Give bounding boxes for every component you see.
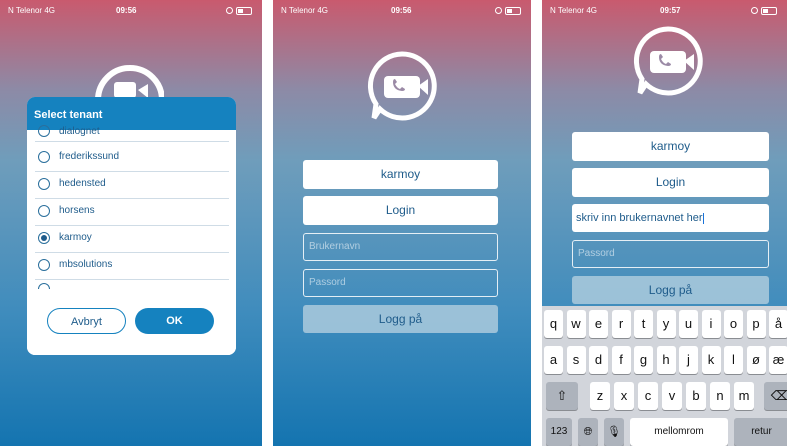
option-label: frederikssund [59, 151, 120, 162]
key-e[interactable]: e [589, 310, 608, 338]
tenant-option-mbsolutions[interactable]: mbsolutions [35, 253, 229, 280]
app-logo-icon [367, 51, 437, 121]
submit-button[interactable]: Logg på [572, 276, 769, 304]
radio-button[interactable] [38, 151, 50, 163]
keyboard: qwertyuiopå asdfghjkløæ ⇧ zxcvbnm ⌫ 123 … [542, 306, 787, 446]
shift-key-icon[interactable]: ⇧ [546, 382, 578, 410]
globe-key-icon[interactable]: 🌐︎ [578, 418, 598, 446]
key-m[interactable]: m [734, 382, 754, 410]
screen-tenant-select: N Telenor 4G 09:56 Select tenant dialogn… [0, 0, 262, 446]
submit-button[interactable]: Logg på [303, 305, 498, 333]
option-label: horsens [59, 205, 95, 216]
clock: 09:56 [116, 6, 137, 15]
radio-button[interactable] [38, 205, 50, 217]
numbers-key[interactable]: 123 [546, 418, 572, 446]
ok-button[interactable]: OK [135, 308, 214, 334]
return-key[interactable]: retur [734, 418, 787, 446]
clock: 09:57 [660, 6, 681, 15]
microphone-key-icon[interactable]: 🎙︎ [604, 418, 624, 446]
key-c[interactable]: c [638, 382, 658, 410]
key-n[interactable]: n [710, 382, 730, 410]
text-cursor [702, 212, 704, 224]
tenant-option-karmoy[interactable]: karmoy [35, 226, 229, 253]
tenant-option-frederikssund[interactable]: frederikssund [35, 145, 229, 172]
battery-icon [751, 6, 777, 15]
key-i[interactable]: i [701, 310, 721, 338]
login-button[interactable]: Login [572, 168, 769, 197]
key-q[interactable]: q [544, 310, 563, 338]
key-t[interactable]: t [634, 310, 653, 338]
option-label: karmoy [59, 232, 92, 243]
login-button[interactable]: Login [303, 196, 498, 225]
status-bar: N Telenor 4G 09:56 [0, 0, 262, 20]
key-u[interactable]: u [679, 310, 698, 338]
key-ø[interactable]: ø [746, 346, 766, 374]
key-p[interactable]: p [746, 310, 766, 338]
radio-button-selected[interactable] [38, 232, 50, 244]
key-s[interactable]: s [566, 346, 586, 374]
tenant-selector-button[interactable]: karmoy [572, 132, 769, 161]
battery-icon [226, 6, 252, 15]
key-d[interactable]: d [589, 346, 608, 374]
screen-login-keyboard: N Telenor 4G 09:57 karmoy Login skriv in… [542, 0, 787, 446]
space-key[interactable]: mellomrom [630, 418, 728, 446]
battery-icon [495, 6, 521, 15]
username-value: skriv inn brukernavnet her [576, 212, 703, 224]
dialog-title: Select tenant [34, 109, 103, 121]
key-o[interactable]: o [724, 310, 743, 338]
backspace-key-icon[interactable]: ⌫ [764, 382, 787, 410]
key-j[interactable]: j [679, 346, 698, 374]
radio-button[interactable] [38, 259, 50, 271]
key-x[interactable]: x [614, 382, 634, 410]
status-bar: N Telenor 4G 09:56 [273, 0, 531, 20]
key-h[interactable]: h [656, 346, 676, 374]
option-label: mbsolutions [59, 259, 113, 270]
carrier-label: N Telenor 4G [550, 6, 597, 15]
key-g[interactable]: g [634, 346, 653, 374]
key-r[interactable]: r [611, 310, 631, 338]
status-bar: N Telenor 4G 09:57 [542, 0, 787, 20]
key-b[interactable]: b [686, 382, 706, 410]
carrier-label: N Telenor 4G [8, 6, 55, 15]
option-label: dialognet [59, 126, 100, 137]
radio-button[interactable] [38, 125, 50, 137]
username-field[interactable]: Brukernavn [303, 233, 498, 261]
username-field[interactable]: skriv inn brukernavnet her [572, 204, 769, 232]
key-v[interactable]: v [662, 382, 682, 410]
option-label: hedensted [59, 178, 106, 189]
tenant-option-hedensted[interactable]: hedensted [35, 172, 229, 199]
clock: 09:56 [391, 6, 412, 15]
key-l[interactable]: l [724, 346, 743, 374]
screen-login: N Telenor 4G 09:56 karmoy Login Brukerna… [273, 0, 531, 446]
password-field[interactable]: Passord [303, 269, 498, 297]
carrier-label: N Telenor 4G [281, 6, 328, 15]
tenant-selector-button[interactable]: karmoy [303, 160, 498, 189]
key-z[interactable]: z [590, 382, 610, 410]
cancel-button[interactable]: Avbryt [47, 308, 126, 334]
key-æ[interactable]: æ [769, 346, 787, 374]
key-w[interactable]: w [566, 310, 586, 338]
password-field[interactable]: Passord [572, 240, 769, 268]
tenant-option-dialognet[interactable]: dialognet [35, 121, 229, 142]
key-y[interactable]: y [656, 310, 676, 338]
radio-button[interactable] [38, 178, 50, 190]
tenant-option-horsens[interactable]: horsens [35, 199, 229, 226]
key-a[interactable]: a [544, 346, 563, 374]
app-logo-icon [633, 26, 703, 96]
key-k[interactable]: k [701, 346, 721, 374]
key-f[interactable]: f [611, 346, 631, 374]
key-å[interactable]: å [769, 310, 787, 338]
